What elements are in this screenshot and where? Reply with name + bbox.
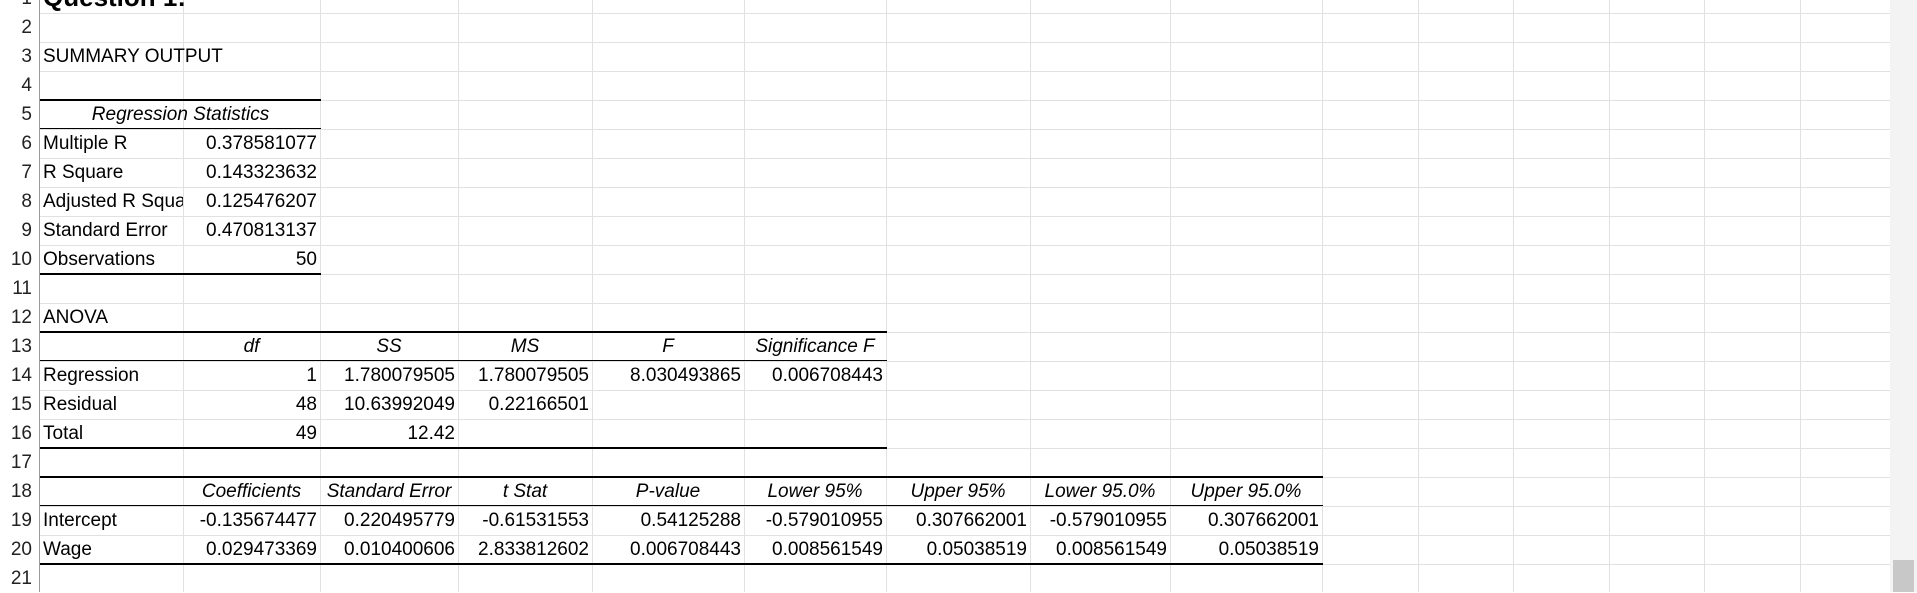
row-number[interactable]: 3: [0, 42, 38, 71]
stat-value[interactable]: 0.470813137: [183, 216, 320, 245]
row-number[interactable]: 12: [0, 303, 38, 332]
anova-cell-ss[interactable]: 12.42: [320, 419, 458, 448]
anova-cell-df[interactable]: 48: [183, 390, 320, 419]
anova-label[interactable]: ANOVA: [40, 303, 183, 332]
regression-statistics-header[interactable]: Regression Statistics: [40, 100, 321, 129]
coef-cell[interactable]: -0.61531553: [458, 506, 592, 535]
anova-cell-ss[interactable]: 10.63992049: [320, 390, 458, 419]
summary-output-cell[interactable]: SUMMARY OUTPUT: [40, 42, 240, 71]
coef-cell[interactable]: 0.05038519: [1170, 535, 1322, 564]
coef-cell[interactable]: 0.54125288: [592, 506, 744, 535]
row-number[interactable]: 4: [0, 71, 38, 100]
coef-cell[interactable]: -0.579010955: [1030, 506, 1170, 535]
vertical-scrollbar[interactable]: [1890, 0, 1917, 592]
coef-cell[interactable]: 0.307662001: [1170, 506, 1322, 535]
row-number[interactable]: 16: [0, 419, 38, 448]
coef-header-t-stat[interactable]: t Stat: [458, 477, 592, 506]
coef-header-lower-95[interactable]: Lower 95%: [744, 477, 886, 506]
row-number[interactable]: 15: [0, 390, 38, 419]
coef-cell[interactable]: 2.833812602: [458, 535, 592, 564]
row-number[interactable]: 20: [0, 535, 38, 564]
stat-value[interactable]: 0.143323632: [183, 158, 320, 187]
row-number[interactable]: 6: [0, 129, 38, 158]
stat-label[interactable]: Multiple R: [40, 129, 183, 158]
coef-header-p-value[interactable]: P-value: [592, 477, 744, 506]
title-cell[interactable]: Question 1:: [40, 0, 320, 12]
anova-row-label[interactable]: Residual: [40, 390, 183, 419]
anova-header-significance-f[interactable]: Significance F: [744, 332, 886, 361]
coef-row-label[interactable]: Wage: [40, 535, 183, 564]
stat-label[interactable]: Standard Error: [40, 216, 183, 245]
row-number[interactable]: 17: [0, 448, 38, 477]
coef-cell[interactable]: 0.010400606: [320, 535, 458, 564]
row-number[interactable]: 8: [0, 187, 38, 216]
row-number[interactable]: 11: [0, 274, 38, 303]
coef-cell[interactable]: 0.05038519: [886, 535, 1030, 564]
coef-header-coefficients[interactable]: Coefficients: [183, 477, 320, 506]
coef-row-label[interactable]: Intercept: [40, 506, 183, 535]
anova-cell-df[interactable]: 1: [183, 361, 320, 390]
anova-header-ss[interactable]: SS: [320, 332, 458, 361]
coef-cell[interactable]: 0.006708443: [592, 535, 744, 564]
coef-cell[interactable]: 0.029473369: [183, 535, 320, 564]
stat-value[interactable]: 0.125476207: [183, 187, 320, 216]
row-number[interactable]: 10: [0, 245, 38, 274]
stat-value[interactable]: 50: [183, 245, 320, 274]
row-number[interactable]: 19: [0, 506, 38, 535]
row-number[interactable]: 2: [0, 13, 38, 42]
anova-header-ms[interactable]: MS: [458, 332, 592, 361]
coef-header-upper-95-0[interactable]: Upper 95.0%: [1170, 477, 1322, 506]
anova-cell-f[interactable]: 8.030493865: [592, 361, 744, 390]
anova-header-f[interactable]: F: [592, 332, 744, 361]
row-number[interactable]: 18: [0, 477, 38, 506]
coef-header-lower-95-0[interactable]: Lower 95.0%: [1030, 477, 1170, 506]
row-number[interactable]: 21: [0, 564, 38, 593]
row-number[interactable]: 7: [0, 158, 38, 187]
anova-cell-df[interactable]: 49: [183, 419, 320, 448]
row-number[interactable]: 9: [0, 216, 38, 245]
anova-cell-ms[interactable]: 0.22166501: [458, 390, 592, 419]
row-number[interactable]: 5: [0, 100, 38, 129]
coef-cell[interactable]: 0.008561549: [744, 535, 886, 564]
coef-cell[interactable]: 0.220495779: [320, 506, 458, 535]
coef-cell[interactable]: 0.307662001: [886, 506, 1030, 535]
scrollbar-thumb[interactable]: [1893, 560, 1914, 592]
coef-cell[interactable]: 0.008561549: [1030, 535, 1170, 564]
anova-row-label[interactable]: Total: [40, 419, 183, 448]
stat-value[interactable]: 0.378581077: [183, 129, 320, 158]
row-number[interactable]: 13: [0, 332, 38, 361]
stat-label[interactable]: Observations: [40, 245, 183, 274]
row-number[interactable]: 14: [0, 361, 38, 390]
stat-label[interactable]: Adjusted R Squa: [40, 187, 183, 216]
anova-cell-significance-f[interactable]: 0.006708443: [744, 361, 886, 390]
spreadsheet-grid[interactable]: 1 2 3 4 5 6 7 8 9 10 11 12 13 14 15 16 1…: [0, 0, 1917, 592]
stat-label[interactable]: R Square: [40, 158, 183, 187]
anova-header-df[interactable]: df: [183, 332, 320, 361]
coef-cell[interactable]: -0.135674477: [183, 506, 320, 535]
row-number[interactable]: 1: [0, 0, 38, 13]
anova-cell-ms[interactable]: 1.780079505: [458, 361, 592, 390]
coef-header-standard-error[interactable]: Standard Error: [320, 477, 458, 506]
anova-row-label[interactable]: Regression: [40, 361, 183, 390]
coef-cell[interactable]: -0.579010955: [744, 506, 886, 535]
coef-header-upper-95[interactable]: Upper 95%: [886, 477, 1030, 506]
anova-cell-ss[interactable]: 1.780079505: [320, 361, 458, 390]
